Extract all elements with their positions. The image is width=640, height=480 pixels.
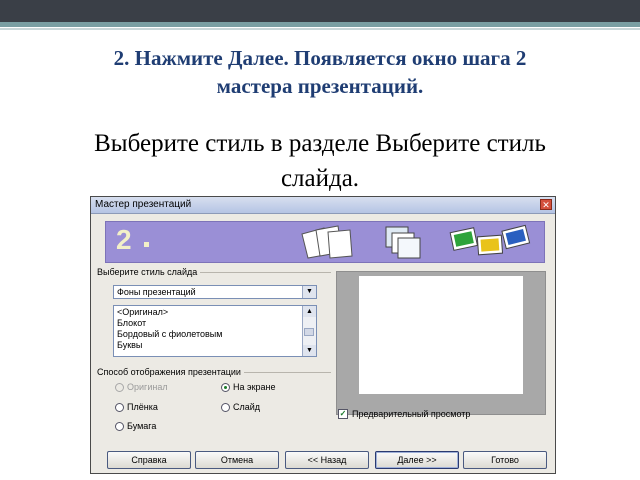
scroll-up-icon[interactable]: ▲ [303, 306, 316, 317]
body-line-2: слайда. [280, 165, 360, 192]
radio-original-label: Оригинал [127, 382, 168, 392]
step-number: 2 [116, 224, 132, 255]
done-button[interactable]: Готово [463, 451, 547, 469]
step-dot [144, 242, 149, 247]
radio-screen[interactable] [221, 383, 230, 392]
radio-original[interactable] [115, 383, 124, 392]
help-button[interactable]: Справка [107, 451, 191, 469]
radio-slide[interactable] [221, 403, 230, 412]
dialog-titlebar[interactable]: Мастер презентаций ✕ [91, 197, 555, 214]
style-category-select[interactable]: Фоны презентаций ▼ [113, 285, 317, 299]
radio-paper[interactable] [115, 422, 124, 431]
pages-icon [301, 225, 353, 259]
next-button[interactable]: Далее >> [375, 451, 459, 469]
radio-screen-label: На экране [233, 382, 276, 392]
style-category-value: Фоны презентаций [117, 287, 196, 297]
preview-slide [359, 276, 523, 394]
heading-line-2: мастера презентаций. [216, 74, 424, 98]
radio-slide-label: Слайд [233, 402, 261, 412]
preview-checkbox[interactable]: ✓ [338, 409, 348, 419]
step-banner: 2 [105, 221, 545, 263]
radio-film[interactable] [115, 403, 124, 412]
check-icon: ✓ [339, 409, 347, 418]
close-icon: ✕ [542, 200, 550, 210]
dialog-title: Мастер презентаций [95, 199, 192, 210]
list-item[interactable]: Буквы [117, 340, 142, 351]
heading-line-1: 2. Нажмите Далее. Появляется окно шага 2 [113, 46, 527, 70]
preview-checkbox-label: Предварительный просмотр [352, 409, 471, 419]
combo-arrow-icon[interactable]: ▼ [302, 286, 316, 298]
slide-body-text: Выберите стиль в разделе Выберите стиль … [30, 126, 610, 196]
layers-icon [385, 226, 421, 259]
style-list-scrollbar[interactable]: ▲ ▼ [302, 306, 316, 356]
list-item[interactable]: <Оригинал> [117, 307, 168, 318]
slides-icon [449, 224, 531, 256]
scroll-down-icon[interactable]: ▼ [303, 345, 316, 356]
slide-top-line [0, 28, 640, 30]
back-button[interactable]: << Назад [285, 451, 369, 469]
style-listbox[interactable]: <Оригинал> Блокот Бордовый с фиолетовым … [113, 305, 317, 357]
radio-film-label: Плёнка [127, 402, 158, 412]
style-group-label: Выберите стиль слайда [97, 267, 201, 277]
cancel-button[interactable]: Отмена [195, 451, 279, 469]
radio-paper-label: Бумага [127, 421, 157, 431]
slide-heading: 2. Нажмите Далее. Появляется окно шага 2… [40, 44, 600, 100]
scroll-thumb[interactable] [304, 328, 314, 336]
list-item[interactable]: Блокот [117, 318, 146, 329]
presentation-wizard-dialog: Мастер презентаций ✕ 2 Выберите стиль сл… [90, 196, 556, 474]
display-group-label: Способ отображения презентации [97, 367, 244, 377]
slide-top-bar [0, 0, 640, 22]
preview-frame [336, 271, 546, 415]
body-line-1: Выберите стиль в разделе Выберите стиль [94, 130, 546, 157]
slide-top-accent [0, 22, 640, 27]
close-button[interactable]: ✕ [540, 199, 552, 210]
list-item[interactable]: Бордовый с фиолетовым [117, 329, 222, 340]
